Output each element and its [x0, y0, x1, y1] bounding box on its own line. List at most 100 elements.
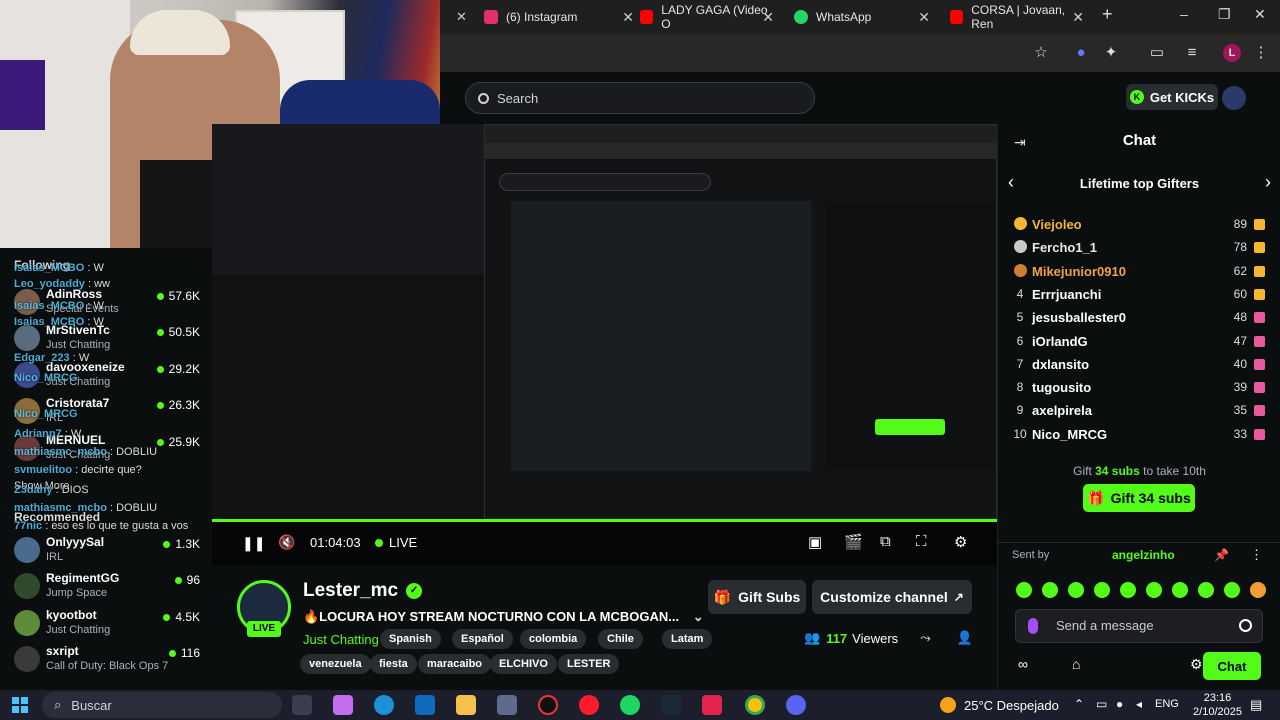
stream-tag[interactable]: ELCHIVO — [490, 654, 557, 674]
pause-button[interactable]: ❚❚ — [242, 535, 265, 552]
cast-icon[interactable]: ▭ — [1148, 44, 1166, 62]
followed-channel-item[interactable]: OnlyyySal IRL 1.3K — [0, 532, 212, 568]
gift-subs-button[interactable]: 🎁 Gift Subs — [708, 580, 806, 614]
tiktok-icon[interactable] — [702, 695, 722, 715]
stream-category[interactable]: Just Chatting — [303, 632, 379, 647]
gifter-row[interactable]: 9 axelpirela 35 — [998, 400, 1280, 422]
microphone-icon[interactable] — [1028, 618, 1038, 634]
chat-message-input[interactable] — [1056, 618, 1236, 633]
weather-widget[interactable]: 25°C Despejado — [940, 697, 1059, 713]
emote-icon[interactable] — [1042, 582, 1058, 598]
chat-message-box[interactable] — [1015, 609, 1263, 643]
extension-blue-icon[interactable]: ● — [1072, 44, 1090, 62]
stream-tag[interactable]: colombia — [520, 629, 587, 649]
tab-whatsapp[interactable]: WhatsApp ✕ — [794, 0, 930, 34]
emote-icon[interactable] — [1146, 582, 1162, 598]
new-tab-button[interactable]: + — [1102, 4, 1113, 25]
emote-icon[interactable] — [1016, 582, 1032, 598]
emote-icon[interactable] — [1224, 582, 1240, 598]
fullscreen-icon[interactable]: ⛶ — [916, 533, 927, 550]
tray-mic-icon[interactable]: ● — [1116, 697, 1123, 711]
share-icon[interactable]: ⤳ — [920, 630, 930, 646]
tray-chevron-up-icon[interactable]: ⌃ — [1074, 697, 1084, 711]
language-indicator[interactable]: ENG — [1155, 698, 1179, 710]
taskbar-search[interactable]: ⌕ Buscar — [42, 692, 282, 718]
tab-close-icon[interactable]: ✕ — [762, 9, 774, 26]
gifter-row[interactable]: Viejoleo 89 — [998, 214, 1280, 236]
more-options-icon[interactable]: ⋮ — [1250, 547, 1263, 563]
store-icon[interactable] — [497, 695, 517, 715]
minimize-button[interactable]: – — [1180, 6, 1188, 22]
stream-tag[interactable]: venezuela — [300, 654, 371, 674]
tab-close-icon[interactable]: ✕ — [622, 9, 634, 26]
bookmark-star-icon[interactable]: ☆ — [1032, 44, 1050, 62]
extensions-puzzle-icon[interactable]: ✦ — [1102, 44, 1120, 62]
task-view-icon[interactable] — [292, 695, 312, 715]
discord-icon[interactable] — [786, 695, 806, 715]
stream-tag[interactable]: Chile — [598, 629, 643, 649]
pinned-user[interactable]: angelzinho — [1112, 548, 1175, 562]
emote-icon[interactable] — [1120, 582, 1136, 598]
notifications-icon[interactable]: ▤ — [1250, 697, 1262, 713]
stream-tag[interactable]: Latam — [662, 629, 713, 649]
pip-icon[interactable]: ⧉ — [880, 533, 891, 550]
stream-tag[interactable]: Spanish — [380, 629, 441, 649]
tab-instagram[interactable]: (6) Instagram ✕ — [484, 0, 634, 34]
close-window-button[interactable]: ✕ — [1254, 6, 1266, 23]
emote-icon[interactable] — [1172, 582, 1188, 598]
stream-tag[interactable]: Español — [452, 629, 513, 649]
emote-icon[interactable] — [1198, 582, 1214, 598]
follow-user-icon[interactable]: 👤 — [957, 630, 973, 646]
store-icon[interactable]: ⌂ — [1072, 656, 1080, 672]
chevron-right-icon[interactable]: › — [1265, 172, 1271, 193]
tab-close-icon[interactable]: ✕ — [918, 9, 930, 26]
tab-close-icon[interactable]: ✕ — [1072, 9, 1084, 26]
windows-start-icon[interactable] — [12, 697, 28, 713]
opera-icon[interactable] — [579, 695, 599, 715]
gift-subs-chat-button[interactable]: 🎁 Gift 34 subs — [1083, 484, 1195, 512]
stream-tag[interactable]: maracaibo — [418, 654, 492, 674]
theatre-mode-icon[interactable]: ▣ — [808, 533, 822, 551]
send-chat-button[interactable]: Chat — [1203, 652, 1261, 680]
spotify-icon[interactable] — [620, 695, 640, 715]
gifter-row[interactable]: 4 Errrjuanchi 60 — [998, 284, 1280, 306]
gifter-row[interactable]: 5 jesusballester0 48 — [998, 307, 1280, 329]
obs-icon[interactable] — [538, 695, 558, 715]
steam-icon[interactable] — [661, 695, 681, 715]
followed-channel-item[interactable]: RegimentGG Jump Space 96 — [0, 568, 212, 604]
pinned-message[interactable]: Sent by angelzinho 📌 ⋮ — [998, 542, 1280, 568]
emote-icon[interactable] — [1094, 582, 1110, 598]
clip-icon[interactable]: 🎬 — [844, 533, 863, 551]
gifter-row[interactable]: Mikejunior0910 62 — [998, 261, 1280, 283]
settings-gear-icon[interactable]: ⚙ — [954, 533, 967, 551]
maximize-button[interactable]: ❐ — [1218, 6, 1231, 23]
followed-channel-item[interactable]: sxript Call of Duty: Black Ops 7 116 — [0, 641, 212, 677]
tray-volume-icon[interactable]: ◂ — [1136, 697, 1142, 711]
kick-loyalty-icon[interactable]: ∞ — [1018, 656, 1028, 672]
customize-channel-button[interactable]: Customize channel ↗ — [812, 580, 972, 614]
copilot-icon[interactable] — [333, 695, 353, 715]
gifter-row[interactable]: 8 tugousito 39 — [998, 377, 1280, 399]
gifter-row[interactable]: Fercho1_1 78 — [998, 237, 1280, 259]
video-progress-bar[interactable] — [212, 519, 997, 522]
user-avatar[interactable] — [1222, 86, 1246, 110]
chrome-icon[interactable] — [745, 695, 765, 715]
pin-icon[interactable]: 📌 — [1214, 548, 1229, 562]
video-player[interactable]: ❚❚ 🔇 01:04:03 LIVE ▣ 🎬 ⧉ ⛶ ⚙ — [212, 124, 997, 566]
profile-avatar[interactable]: L — [1223, 44, 1241, 62]
tab-close-prev[interactable]: ✕ — [456, 0, 467, 34]
browser-menu-icon[interactable]: ⋮ — [1252, 44, 1270, 62]
edge-icon[interactable] — [374, 695, 394, 715]
tray-network-icon[interactable]: ▭ — [1096, 697, 1107, 711]
media-control-icon[interactable]: ≡ — [1183, 44, 1201, 62]
emoji-picker-icon[interactable] — [1239, 619, 1252, 632]
taskbar-clock[interactable]: 23:16 2/10/2025 — [1190, 691, 1245, 719]
emote-icon[interactable] — [1250, 582, 1266, 598]
channel-name[interactable]: Lester_mc — [303, 580, 398, 602]
get-kicks-button[interactable]: K Get KICKs — [1126, 84, 1218, 110]
mute-icon[interactable]: 🔇 — [278, 534, 295, 551]
file-explorer-icon[interactable] — [456, 695, 476, 715]
outlook-icon[interactable] — [415, 695, 435, 715]
emote-icon[interactable] — [1068, 582, 1084, 598]
tab-lady-gaga[interactable]: LADY GAGA (Video O ✕ — [640, 0, 774, 34]
